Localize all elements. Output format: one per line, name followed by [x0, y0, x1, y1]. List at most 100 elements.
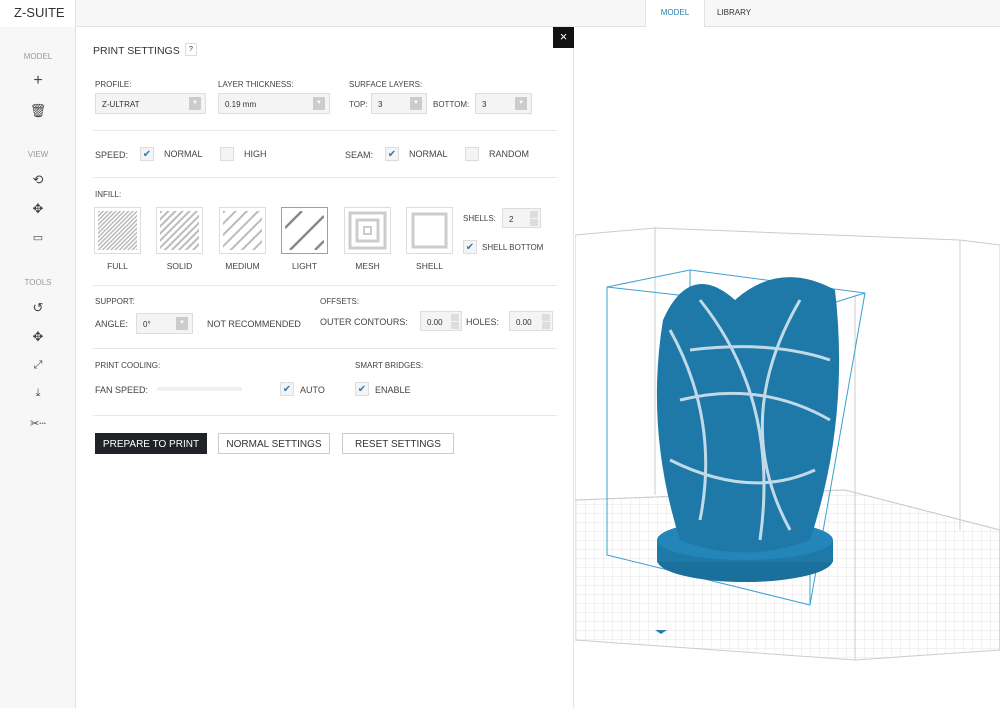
divider — [93, 415, 557, 416]
panel-title: PRINT SETTINGS — [93, 45, 180, 57]
chevron-down-icon: ▼ — [176, 317, 188, 330]
bottom-layers-value: 3 — [482, 100, 487, 109]
full-pattern-icon — [98, 211, 137, 250]
angle-label: ANGLE: — [95, 319, 129, 329]
increment-icon[interactable] — [530, 211, 538, 218]
enable-checkbox[interactable]: ✔ — [355, 382, 369, 396]
layer-thickness-select[interactable]: 0.19 mm ▼ — [218, 93, 330, 114]
sidebar-heading-model: MODEL — [23, 52, 53, 61]
infill-light-label: LIGHT — [291, 261, 318, 271]
auto-checkbox[interactable]: ✔ — [280, 382, 294, 396]
sidebar-heading-view: VIEW — [27, 150, 49, 159]
holes-value: 0.00 — [516, 318, 532, 327]
app-logo: Z-SUITE — [0, 0, 76, 27]
top-layers-select[interactable]: 3 ▼ — [371, 93, 427, 114]
normal-settings-button[interactable]: NORMAL SETTINGS — [218, 433, 330, 454]
increment-icon[interactable] — [542, 314, 550, 321]
divider — [93, 348, 557, 349]
profile-label: PROFILE: — [95, 80, 132, 89]
infill-solid-label: SOLID — [166, 261, 193, 271]
help-button[interactable]: ? — [185, 43, 197, 56]
angle-select[interactable]: 0° ▼ — [136, 313, 193, 334]
camera-icon[interactable]: ▭ — [0, 231, 76, 244]
speed-label: SPEED: — [95, 150, 129, 160]
rotate-tool-icon[interactable]: ↺ — [0, 300, 76, 316]
shells-value: 2 — [509, 215, 514, 224]
support-note: NOT RECOMMENDED — [207, 319, 301, 329]
move-tool-icon[interactable]: ✥ — [0, 329, 76, 345]
holes-stepper[interactable]: 0.00 — [509, 311, 553, 331]
infill-solid-option[interactable] — [156, 207, 203, 254]
infill-medium-label: MEDIUM — [225, 261, 260, 271]
seam-normal-checkbox[interactable]: ✔ — [385, 147, 399, 161]
outer-contours-stepper[interactable]: 0.00 — [420, 311, 462, 331]
infill-label: INFILL: — [95, 190, 122, 199]
fan-speed-slider[interactable] — [157, 387, 242, 391]
infill-shell-option[interactable] — [406, 207, 453, 254]
increment-icon[interactable] — [451, 314, 459, 321]
pan-icon[interactable]: ✥ — [0, 201, 76, 217]
speed-high-label: HIGH — [244, 149, 267, 159]
seam-label: SEAM: — [345, 150, 374, 160]
seam-random-label: RANDOM — [489, 149, 529, 159]
shells-label: SHELLS: — [463, 214, 496, 223]
sidebar: MODEL + 🗑 VIEW ⟲ ✥ ▭ TOOLS ↺ ✥ ⤢ ⤓ ✂┄ — [0, 27, 76, 708]
bottom-label: BOTTOM: — [433, 100, 470, 109]
infill-mesh-option[interactable] — [344, 207, 391, 254]
decrement-icon[interactable] — [451, 322, 459, 329]
speed-high-checkbox[interactable] — [220, 147, 234, 161]
top-bar: Z-SUITE MODEL LIBRARY — [0, 0, 1000, 27]
infill-light-option[interactable] — [281, 207, 328, 254]
light-pattern-icon — [284, 210, 325, 251]
sidebar-heading-tools: TOOLS — [24, 278, 52, 287]
tab-model[interactable]: MODEL — [645, 0, 705, 27]
chevron-down-icon: ▼ — [515, 97, 527, 110]
angle-value: 0° — [143, 320, 151, 329]
rotate-view-icon[interactable]: ⟲ — [0, 172, 76, 188]
3d-viewport[interactable] — [574, 28, 1000, 708]
drop-to-bed-icon[interactable]: ⤓ — [0, 387, 76, 400]
solid-pattern-icon — [160, 211, 199, 250]
top-label: TOP: — [349, 100, 368, 109]
surface-layers-label: SURFACE LAYERS: — [349, 80, 423, 89]
divider — [93, 285, 557, 286]
decrement-icon[interactable] — [530, 219, 538, 226]
seam-random-checkbox[interactable] — [465, 147, 479, 161]
scale-tool-icon[interactable]: ⤢ — [0, 359, 76, 372]
mesh-pattern-icon — [348, 211, 387, 250]
layer-thickness-value: 0.19 mm — [225, 100, 257, 109]
profile-value: Z-ULTRAT — [102, 100, 140, 109]
shell-bottom-checkbox[interactable]: ✔ — [463, 240, 477, 254]
tab-library[interactable]: LIBRARY — [705, 0, 763, 27]
speed-normal-label: NORMAL — [164, 149, 203, 159]
plus-icon[interactable]: + — [0, 72, 76, 90]
seam-normal-label: NORMAL — [409, 149, 448, 159]
bottom-layers-select[interactable]: 3 ▼ — [475, 93, 532, 114]
support-label: SUPPORT: — [95, 297, 135, 306]
infill-full-label: FULL — [107, 261, 128, 271]
speed-normal-checkbox[interactable]: ✔ — [140, 147, 154, 161]
divider — [93, 177, 557, 178]
infill-full-option[interactable] — [94, 207, 141, 254]
enable-label: ENABLE — [375, 385, 411, 395]
infill-medium-option[interactable] — [219, 207, 266, 254]
holes-label: HOLES: — [466, 317, 500, 327]
close-button[interactable]: × — [553, 27, 574, 48]
build-volume-scene — [574, 227, 1000, 661]
infill-shell-label: SHELL — [416, 261, 443, 271]
outer-contours-label: OUTER CONTOURS: — [320, 317, 408, 327]
profile-select[interactable]: Z-ULTRAT ▼ — [95, 93, 206, 114]
auto-label: AUTO — [300, 385, 325, 395]
prepare-to-print-button[interactable]: PREPARE TO PRINT — [95, 433, 207, 454]
cut-icon[interactable]: ✂┄ — [0, 417, 76, 430]
reset-settings-button[interactable]: RESET SETTINGS — [342, 433, 454, 454]
divider — [93, 130, 557, 131]
print-cooling-label: PRINT COOLING: — [95, 361, 161, 370]
shells-stepper[interactable]: 2 — [502, 208, 541, 228]
decrement-icon[interactable] — [542, 322, 550, 329]
fan-speed-label: FAN SPEED: — [95, 385, 149, 395]
shell-pattern-icon — [411, 212, 448, 249]
medium-pattern-icon — [223, 211, 262, 250]
trash-icon[interactable]: 🗑 — [0, 103, 76, 119]
chevron-down-icon: ▼ — [410, 97, 422, 110]
